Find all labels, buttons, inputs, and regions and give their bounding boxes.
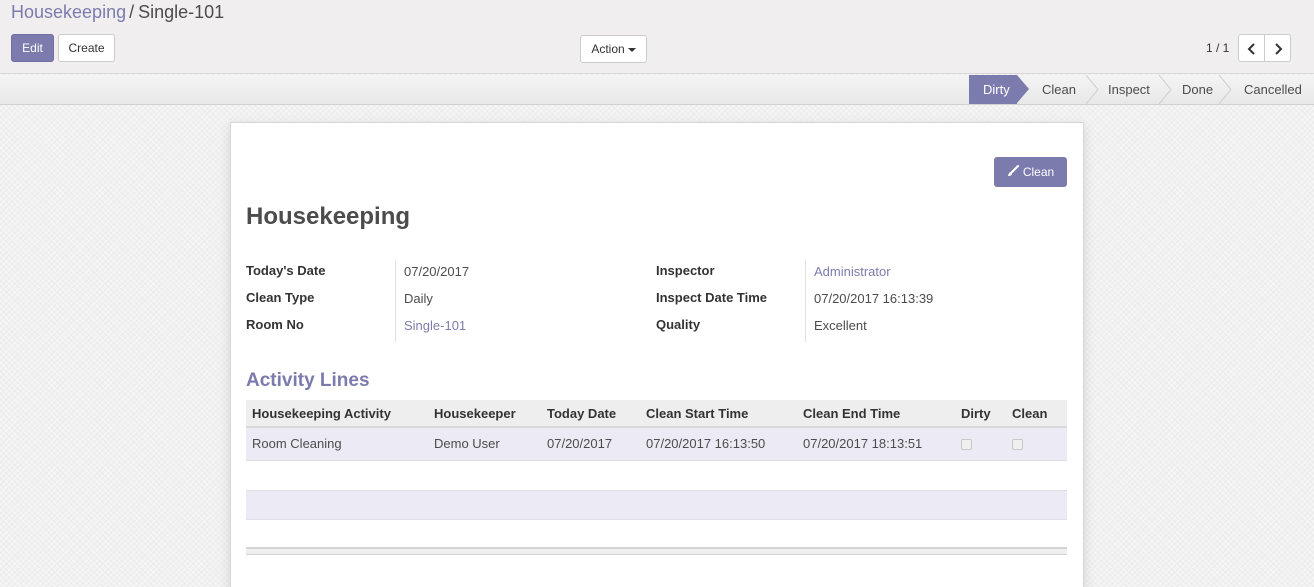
stage-separator [1085, 75, 1099, 104]
cell-housekeeper: Demo User [428, 427, 541, 461]
column-header-clean[interactable]: Clean [1006, 400, 1067, 428]
field-value-clean-type: Daily [404, 291, 433, 306]
clean-checkbox[interactable] [1012, 439, 1023, 451]
cell-clean-end-time: 07/20/2017 18:13:51 [797, 427, 955, 461]
field-value-inspect-date-time: 07/20/2017 16:13:39 [814, 291, 934, 306]
column-header-clean-start-time[interactable]: Clean Start Time [640, 400, 797, 428]
stage-dirty[interactable]: Dirty [969, 75, 1017, 104]
field-label-inspector: Inspector [656, 263, 715, 278]
table-footer [246, 547, 1067, 555]
chevron-right-icon [1274, 43, 1282, 56]
form-title: Housekeeping [246, 203, 411, 230]
cell-clean-start-time: 07/20/2017 16:13:50 [640, 427, 797, 461]
column-header-clean-end-time[interactable]: Clean End Time [797, 400, 955, 428]
field-label-room-no: Room No [246, 317, 304, 332]
activity-lines-title: Activity Lines [246, 370, 370, 391]
cell-today-date: 07/20/2017 [541, 427, 640, 461]
stage-inspect[interactable]: Inspect [1108, 75, 1150, 104]
edit-button[interactable]: Edit [11, 34, 54, 62]
action-dropdown-button[interactable]: Action [580, 35, 647, 63]
dirty-checkbox[interactable] [961, 439, 972, 451]
stage-separator [1218, 75, 1232, 104]
cell-dirty [955, 427, 1006, 461]
control-panel: Housekeeping / Single-101 Edit Create Acti… [0, 0, 1314, 74]
pager-previous-button[interactable] [1238, 34, 1265, 62]
field-divider [395, 260, 396, 342]
breadcrumb-current: Single-101 [138, 2, 225, 22]
breadcrumb-separator: / [129, 2, 135, 22]
column-header-housekeeper[interactable]: Housekeeper [428, 400, 541, 428]
empty-table-row [246, 490, 1067, 520]
field-label-todays-date: Today's Date [246, 263, 326, 278]
stage-clean[interactable]: Clean [1042, 75, 1076, 104]
breadcrumb-parent-link[interactable]: Housekeeping [11, 2, 126, 22]
clean-button-label: Clean [1022, 165, 1055, 179]
action-label: Action [591, 42, 625, 56]
field-label-clean-type: Clean Type [246, 290, 315, 305]
activity-lines-table: Housekeeping Activity Housekeeper Today … [246, 400, 1067, 461]
table-header-row: Housekeeping Activity Housekeeper Today … [246, 400, 1067, 428]
column-header-dirty[interactable]: Dirty [955, 400, 1006, 428]
breadcrumb: Housekeeping / Single-101 [11, 1, 224, 23]
field-label-quality: Quality [656, 317, 701, 332]
cell-activity: Room Cleaning [246, 427, 428, 461]
stage-active-arrow [1017, 75, 1029, 103]
stage-cancelled[interactable]: Cancelled [1244, 75, 1302, 104]
field-value-inspector-link[interactable]: Administrator [814, 264, 891, 279]
field-divider [805, 260, 806, 342]
statusbar: Dirty Clean Inspect Done Cancelled [0, 75, 1314, 105]
brush-icon [1007, 164, 1019, 176]
column-header-today-date[interactable]: Today Date [541, 400, 640, 428]
table-row[interactable]: Room Cleaning Demo User 07/20/2017 07/20… [246, 427, 1067, 461]
field-value-quality: Excellent [814, 318, 867, 333]
stage-separator [1158, 75, 1172, 104]
caret-down-icon [627, 47, 636, 52]
field-value-todays-date: 07/20/2017 [404, 264, 470, 279]
field-label-inspect-date-time: Inspect Date Time [656, 290, 768, 305]
chevron-left-icon [1247, 43, 1255, 56]
pager-value: 1 / 1 [1206, 41, 1230, 55]
field-value-room-no-link[interactable]: Single-101 [404, 318, 466, 333]
pager-next-button[interactable] [1264, 34, 1291, 62]
create-button[interactable]: Create [58, 34, 115, 62]
cell-clean [1006, 427, 1067, 461]
column-header-activity[interactable]: Housekeeping Activity [246, 400, 428, 428]
stage-done[interactable]: Done [1182, 75, 1213, 104]
clean-button[interactable]: Clean [994, 157, 1067, 187]
